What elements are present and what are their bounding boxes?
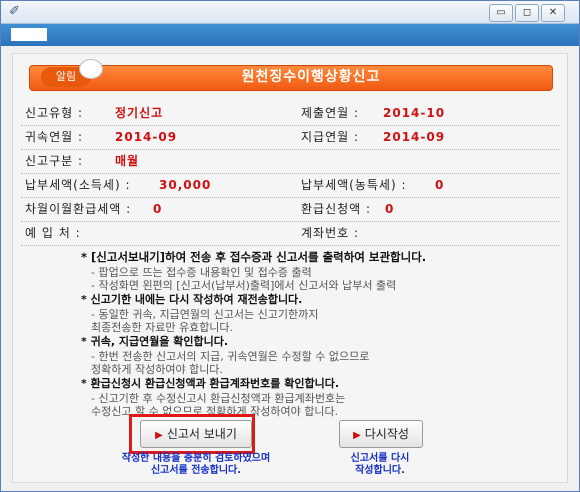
- pay-month-value: 2014-09: [383, 130, 446, 144]
- note-line: - 한번 전송한 신고서의 지급, 귀속연월은 수정할 수 없으므로: [91, 350, 370, 363]
- note-line: 정확하게 작성하여야 합니다.: [91, 363, 223, 376]
- account-label: 계좌번호 :: [301, 226, 360, 240]
- header-label-box: [11, 28, 47, 41]
- send-caption-line2: 신고서를 전송합니다.: [150, 465, 242, 476]
- tax-income-value: 30,000: [159, 178, 212, 192]
- belong-month-label: 귀속연월 :: [25, 130, 84, 144]
- app-window: ✐ ▭ ◻ ✕ 알림 원천징수이행상황신고 신고유형 : 정기신고 제출연월 :…: [0, 0, 580, 492]
- submit-month-label: 제출연월 :: [301, 106, 360, 120]
- play-icon: ▶: [353, 430, 361, 441]
- rewrite-button[interactable]: ▶ 다시작성: [339, 420, 423, 448]
- title-bar[interactable]: ✐ ▭ ◻ ✕: [1, 1, 579, 24]
- note-line: * 신고기한 내에는 다시 작성하여 재전송합니다.: [81, 293, 303, 306]
- row-belong-month: 귀속연월 : 2014-09 지급연월 : 2014-09: [21, 125, 559, 150]
- close-button[interactable]: ✕: [541, 4, 565, 22]
- speech-bubble-icon: [79, 59, 103, 79]
- minimize-button[interactable]: ▭: [489, 4, 513, 22]
- pay-month-label: 지급연월 :: [301, 130, 360, 144]
- send-button-highlight: [129, 414, 255, 454]
- note-line: 최종전송한 자료만 유효합니다.: [91, 321, 234, 334]
- refund-request-value: 0: [385, 202, 395, 216]
- submit-month-value: 2014-10: [383, 106, 446, 120]
- carry-refund-value: 0: [153, 202, 163, 216]
- report-class-label: 신고구분 :: [25, 154, 84, 168]
- tax-farm-label: 납부세액(농특세) :: [301, 178, 407, 192]
- header-band: [1, 24, 579, 46]
- note-line: * [신고서보내기]하여 전송 후 접수증과 신고서를 출력하여 보관합니다.: [81, 250, 427, 264]
- rewrite-caption: 신고서를 다시 작성합니다.: [319, 453, 441, 477]
- rewrite-caption-line1: 신고서를 다시: [350, 453, 410, 464]
- note-line: - 신고기한 후 수정신고시 환급신청액과 환급계좌번호는: [91, 392, 346, 405]
- row-refund: 차월이월환급세액 : 0 환급신청액 : 0: [21, 197, 559, 222]
- report-type-value: 정기신고: [115, 106, 164, 120]
- minimize-icon: ▭: [496, 7, 506, 18]
- note-line: - 동일한 귀속, 지급연월의 신고서는 신고기한까지: [91, 308, 319, 321]
- row-report-class: 신고구분 : 매월: [21, 149, 559, 174]
- report-type-label: 신고유형 :: [25, 106, 84, 120]
- tax-farm-value: 0: [435, 178, 445, 192]
- close-icon: ✕: [548, 7, 558, 18]
- carry-refund-label: 차월이월환급세액 :: [25, 202, 132, 216]
- app-logo-icon: ✐: [9, 4, 20, 19]
- note-line: * 환급신청시 환급신청액과 환급계좌번호를 확인합니다.: [81, 377, 340, 390]
- row-deposit: 예 입 처 : 계좌번호 :: [21, 221, 559, 246]
- restore-button[interactable]: ◻: [515, 4, 539, 22]
- belong-month-value: 2014-09: [115, 130, 178, 144]
- note-line: * 귀속, 지급연월을 확인합니다.: [81, 335, 229, 348]
- deposit-label: 예 입 처 :: [25, 226, 81, 240]
- row-tax: 납부세액(소득세) : 30,000 납부세액(농특세) : 0: [21, 173, 559, 198]
- send-caption-line1: 작성한 내용을 충분히 검토하였으며: [121, 453, 271, 464]
- alert-title: 원천징수이행상황신고: [241, 69, 381, 85]
- rewrite-caption-line2: 작성합니다.: [355, 465, 405, 476]
- tax-income-label: 납부세액(소득세) :: [25, 178, 131, 192]
- report-class-value: 매월: [115, 154, 140, 168]
- row-report-type: 신고유형 : 정기신고 제출연월 : 2014-10: [21, 101, 559, 126]
- refund-request-label: 환급신청액 :: [301, 202, 372, 216]
- rewrite-label: 다시작성: [364, 427, 409, 441]
- note-line: - 팝업으로 뜨는 접수증 내용확인 및 접수증 출력: [91, 266, 312, 279]
- restore-icon: ◻: [522, 7, 532, 18]
- send-caption: 작성한 내용을 충분히 검토하였으며 신고서를 전송합니다.: [81, 453, 311, 477]
- note-line: - 작성화면 왼편의 [신고서(납부서)출력]에서 신고서와 납부서 출력: [91, 279, 397, 292]
